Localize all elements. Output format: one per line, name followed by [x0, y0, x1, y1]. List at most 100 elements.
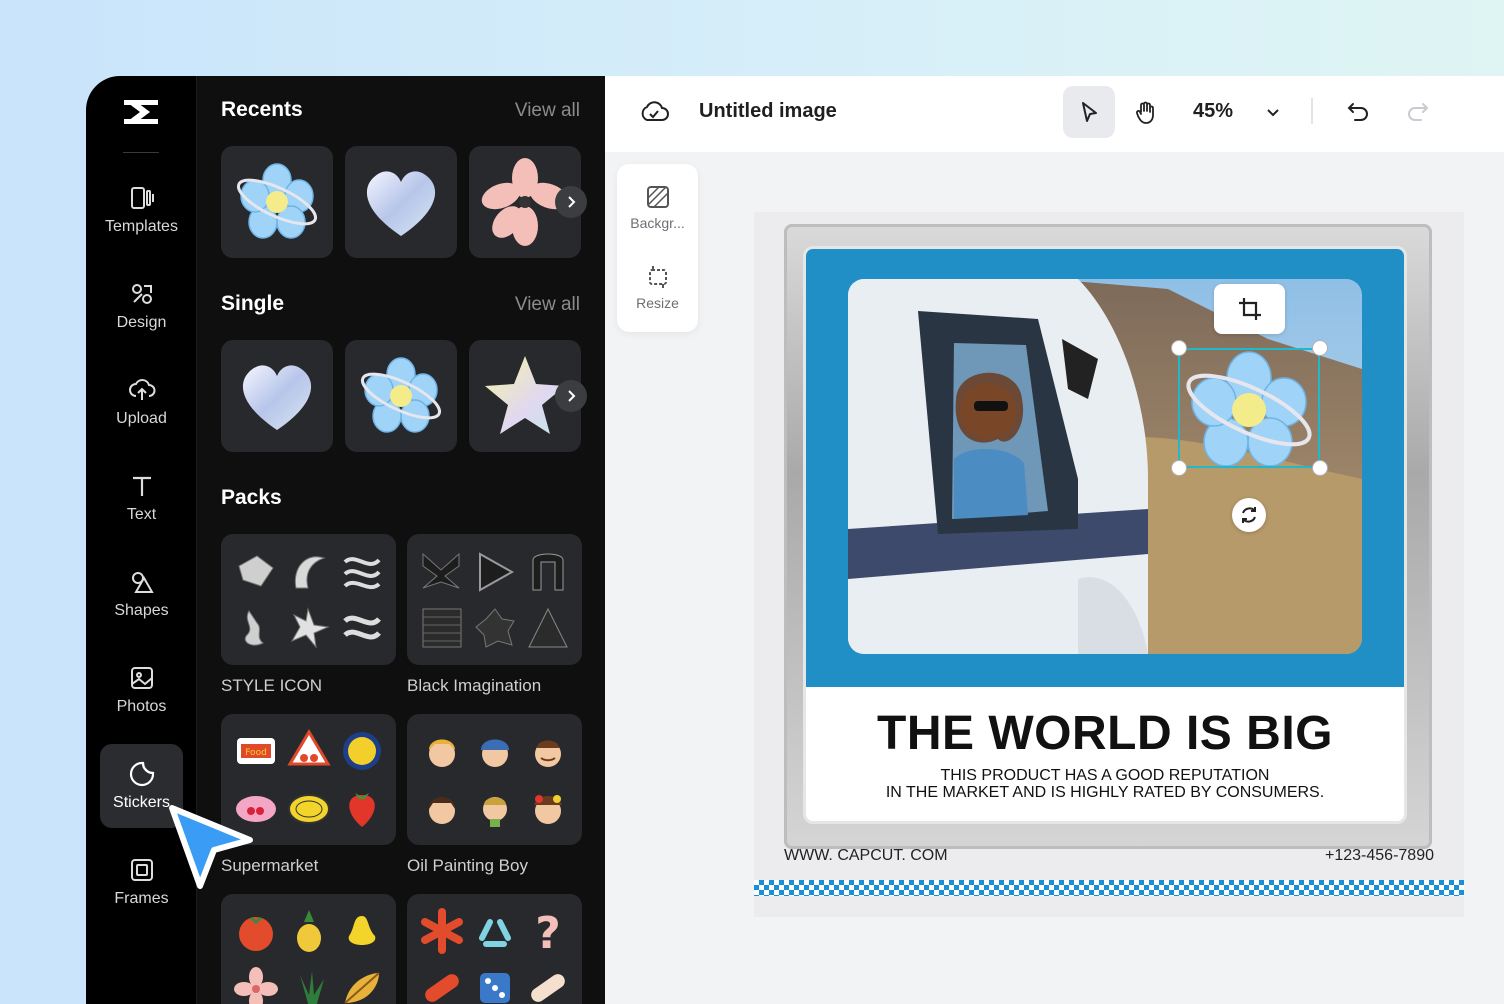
- resize-handle-top-left[interactable]: [1171, 340, 1187, 356]
- rail-item-label: Design: [116, 314, 167, 331]
- selection-box[interactable]: [1178, 348, 1320, 468]
- black-shape-icon: [422, 552, 459, 589]
- poster-frame[interactable]: THE WORLD IS BIG THIS PRODUCT HAS A GOOD…: [784, 224, 1432, 849]
- sticker-tile[interactable]: [345, 340, 457, 452]
- pack-colorful-shapes[interactable]: ?: [407, 894, 582, 1004]
- chrome-shape-icon: [244, 610, 264, 646]
- resize-handle-bottom-left[interactable]: [1171, 460, 1187, 476]
- chrome-shape-icon: [294, 555, 326, 589]
- pack-label: STYLE ICON: [221, 676, 323, 695]
- food-label-icon: Food: [236, 737, 275, 764]
- poster-subtext-line2[interactable]: IN THE MARKET AND IS HIGHLY RATED BY CON…: [806, 784, 1404, 802]
- chrome-shape-icon: [290, 607, 330, 649]
- resize-tool[interactable]: Resize: [617, 264, 698, 311]
- top-bar: Untitled image 45%: [605, 76, 1504, 152]
- rail-item-label: Shapes: [114, 602, 169, 619]
- pear-icon: [348, 915, 375, 945]
- floating-toolbar: Backgr... Resize: [617, 164, 698, 332]
- chevron-down-icon[interactable]: [1265, 104, 1281, 120]
- crop-button[interactable]: [1214, 284, 1285, 334]
- tasty-label-icon: [286, 728, 331, 766]
- hand-tool-button[interactable]: [1120, 86, 1172, 138]
- rail-item-label: Stickers: [113, 794, 170, 811]
- black-shape-icon: [478, 552, 514, 592]
- undo-icon[interactable]: [1345, 98, 1371, 124]
- rail-item-templates[interactable]: Templates: [100, 168, 183, 252]
- single-next-button[interactable]: [555, 380, 587, 412]
- chevron-right-icon: [568, 196, 576, 208]
- pineapple-icon: [296, 909, 321, 952]
- recycle-icon: [478, 918, 511, 947]
- rail-item-text[interactable]: Text: [100, 456, 183, 540]
- asterisk-icon: [420, 907, 463, 954]
- pack-fruits[interactable]: [221, 894, 396, 1004]
- background-tool-label: Backgr...: [630, 215, 685, 231]
- background-icon: [646, 186, 669, 208]
- bandage-icon: [424, 973, 459, 1002]
- frames-icon: [130, 859, 153, 881]
- pack-oil-painting-boy[interactable]: [407, 714, 582, 845]
- sticker-tile[interactable]: [221, 146, 333, 258]
- black-shape-icon: [527, 608, 568, 648]
- background-tool[interactable]: Backgr...: [617, 184, 698, 231]
- redo-icon[interactable]: [1405, 98, 1431, 124]
- pack-black-imagination[interactable]: [407, 534, 582, 665]
- hand-icon: [1136, 101, 1154, 124]
- single-title: Single: [221, 292, 285, 315]
- strawberry-label-icon: [348, 793, 375, 828]
- shapes-icon: [131, 572, 154, 593]
- blue-flower-sticker-icon: [236, 163, 318, 239]
- resize-handle-bottom-right[interactable]: [1312, 460, 1328, 476]
- poster-headline[interactable]: THE WORLD IS BIG: [806, 706, 1404, 761]
- mouse-cursor-icon: [169, 805, 253, 889]
- cloud-saved-icon[interactable]: [639, 98, 669, 126]
- checker-border: [754, 880, 1464, 896]
- recents-view-all-link[interactable]: View all: [515, 100, 580, 122]
- recents-next-button[interactable]: [555, 186, 587, 218]
- healthy-food-label-icon: [342, 731, 381, 770]
- svg-text:Food: Food: [245, 748, 267, 758]
- toolbar-divider: [1311, 98, 1313, 124]
- pack-label: Black Imagination: [407, 676, 542, 695]
- heart-sticker-icon: [366, 171, 436, 236]
- rail-item-design[interactable]: Design: [100, 264, 183, 348]
- stickers-icon: [129, 761, 154, 787]
- rail-item-photos[interactable]: Photos: [100, 648, 183, 732]
- rotate-button[interactable]: [1232, 498, 1266, 532]
- pink-flower-icon: [233, 966, 278, 1004]
- aloe-icon: [299, 970, 324, 1004]
- black-shape-icon: [532, 553, 563, 591]
- poster-subtext-line1[interactable]: THIS PRODUCT HAS A GOOD REPUTATION: [806, 767, 1404, 785]
- pill-icon: [530, 973, 565, 1002]
- sticker-tile[interactable]: [345, 146, 457, 258]
- question-mark-icon: ?: [535, 908, 561, 954]
- rail-item-shapes[interactable]: Shapes: [100, 552, 183, 636]
- design-icon: [131, 284, 152, 304]
- recents-title: Recents: [221, 98, 303, 121]
- packs-title: Packs: [221, 486, 282, 509]
- select-tool-button[interactable]: [1063, 86, 1115, 138]
- capcut-logo-icon[interactable]: [120, 96, 162, 128]
- document-title[interactable]: Untitled image: [699, 100, 837, 123]
- resize-tool-label: Resize: [636, 295, 679, 311]
- sticker-tile[interactable]: [221, 340, 333, 452]
- boy-face-icon: [480, 739, 509, 767]
- bitter-label-icon: [287, 794, 330, 825]
- poster-website[interactable]: WWW. CAPCUT. COM: [784, 847, 948, 865]
- chrome-shape-icon: [343, 556, 381, 589]
- design-canvas[interactable]: THE WORLD IS BIG THIS PRODUCT HAS A GOOD…: [754, 212, 1464, 917]
- zoom-level[interactable]: 45%: [1193, 100, 1233, 123]
- rail-item-label: Upload: [116, 410, 167, 427]
- rail-item-upload[interactable]: Upload: [100, 360, 183, 444]
- black-shape-icon: [474, 608, 515, 648]
- boy-face-icon: [534, 740, 561, 767]
- rotate-icon: [1242, 507, 1256, 523]
- pack-style-icon[interactable]: [221, 534, 396, 665]
- resize-handle-top-right[interactable]: [1312, 340, 1328, 356]
- resize-icon: [648, 266, 667, 288]
- templates-icon: [130, 187, 154, 209]
- single-view-all-link[interactable]: View all: [515, 294, 580, 316]
- svg-text:?: ?: [535, 908, 561, 954]
- rail-item-label: Templates: [105, 218, 178, 235]
- poster-phone[interactable]: +123-456-7890: [1325, 847, 1434, 865]
